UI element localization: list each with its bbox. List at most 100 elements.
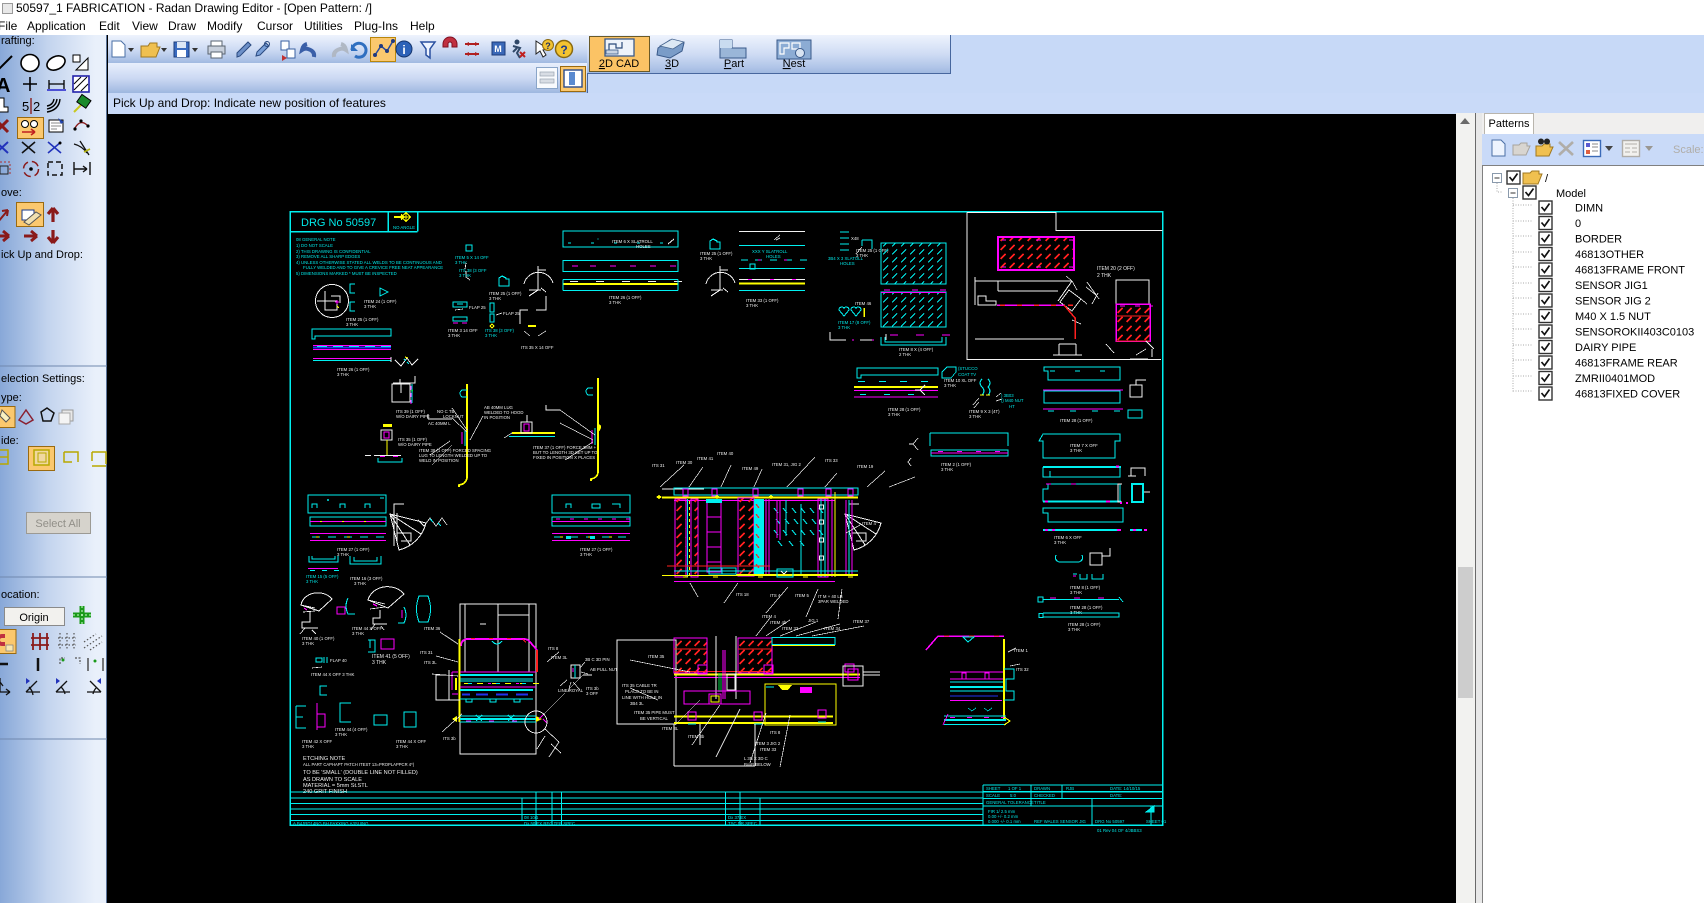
svg-text:LOCKNUT: LOCKNUT bbox=[443, 414, 464, 419]
svg-text:ide:: ide: bbox=[1, 435, 19, 447]
svg-text:ITS 33: ITS 33 bbox=[825, 458, 838, 463]
svg-text:3 THK: 3 THK bbox=[364, 304, 376, 309]
svg-text:FLAP 40: FLAP 40 bbox=[330, 658, 347, 663]
svg-text:46813FRAME REAR: 46813FRAME REAR bbox=[1575, 358, 1678, 370]
svg-text:5:0: 5:0 bbox=[1010, 793, 1017, 798]
svg-text:ITEM 49: ITEM 49 bbox=[742, 466, 759, 471]
svg-text:3 THK: 3 THK bbox=[459, 273, 471, 278]
svg-text:/: / bbox=[1545, 173, 1549, 185]
svg-text:Part: Part bbox=[724, 58, 744, 70]
svg-text:?: ? bbox=[560, 43, 567, 57]
svg-text:3B4 3L: 3B4 3L bbox=[630, 701, 644, 706]
svg-text:W/O DAIRY PIPE: W/O DAIRY PIPE bbox=[396, 414, 430, 419]
svg-text:3 THK: 3 THK bbox=[1054, 540, 1066, 545]
svg-text:COAT TV: COAT TV bbox=[958, 372, 976, 377]
svg-text:ITEM 19: ITEM 19 bbox=[857, 464, 874, 469]
svg-text:ITEM 44 X OFF 3 THK: ITEM 44 X OFF 3 THK bbox=[311, 672, 355, 677]
svg-text:08 GENERAL NOTE: 08 GENERAL NOTE bbox=[296, 237, 336, 242]
svg-text:(STUCCO: (STUCCO bbox=[958, 366, 978, 371]
svg-text:ITEM 1: ITEM 1 bbox=[1014, 648, 1028, 653]
svg-text:ITS 8: ITS 8 bbox=[548, 646, 559, 651]
svg-text:HOLES: HOLES bbox=[840, 261, 855, 266]
svg-text:01 Rev 04 OF 4/JBBS3: 01 Rev 04 OF 4/JBBS3 bbox=[1097, 828, 1142, 833]
svg-text:3 THK: 3 THK bbox=[856, 253, 868, 258]
svg-text:Nest: Nest bbox=[783, 58, 806, 70]
svg-text:ITS 31: ITS 31 bbox=[652, 463, 665, 468]
svg-text:3 THK: 3 THK bbox=[746, 303, 758, 308]
svg-text:SHEET: SHEET bbox=[986, 786, 1001, 791]
svg-text:0.000 +/- 0.1 mm: 0.000 +/- 0.1 mm bbox=[988, 819, 1021, 824]
svg-text:W/O DAIRY PIPE: W/O DAIRY PIPE bbox=[398, 442, 432, 447]
svg-text:3 THK: 3 THK bbox=[941, 467, 953, 472]
svg-text:HOLES: HOLES bbox=[766, 254, 781, 259]
svg-text:election Settings:: election Settings: bbox=[1, 373, 85, 385]
svg-text:ITEM 4b: ITEM 4b bbox=[770, 620, 787, 625]
svg-text:3 THK: 3 THK bbox=[1070, 590, 1082, 595]
svg-text:2 THK: 2 THK bbox=[899, 352, 911, 357]
svg-text:3 THK: 3 THK bbox=[302, 744, 314, 749]
svg-text:L 3B X 3D C: L 3B X 3D C bbox=[744, 756, 768, 761]
svg-text:ITEM 41: ITEM 41 bbox=[697, 456, 714, 461]
svg-text:HOLES: HOLES bbox=[636, 244, 651, 249]
svg-text:A: A bbox=[0, 75, 10, 97]
svg-text:ITEM 40: ITEM 40 bbox=[717, 451, 734, 456]
svg-text:3 THK: 3 THK bbox=[609, 300, 621, 305]
svg-text:3 THK: 3 THK bbox=[944, 383, 956, 388]
svg-text:3 THK: 3 THK bbox=[337, 372, 349, 377]
svg-text:ITS 35 X 14 OFF: ITS 35 X 14 OFF bbox=[521, 345, 554, 350]
svg-text:BORDER: BORDER bbox=[1575, 234, 1622, 246]
svg-text:TSC DR SPEC: TSC DR SPEC bbox=[728, 821, 757, 826]
svg-text:Model: Model bbox=[1556, 188, 1586, 200]
svg-text:FLAP 25: FLAP 25 bbox=[503, 311, 520, 316]
svg-text:ocation:: ocation: bbox=[1, 589, 40, 601]
svg-text:JIG 1: JIG 1 bbox=[808, 618, 819, 623]
svg-text:Origin: Origin bbox=[19, 612, 48, 624]
svg-text:M: M bbox=[494, 44, 502, 54]
svg-text:ITS 3L: ITS 3L bbox=[424, 660, 437, 665]
svg-text:ITS 32: ITS 32 bbox=[1016, 667, 1029, 672]
svg-text:ITEM 34: ITEM 34 bbox=[824, 626, 841, 631]
svg-text:46813FIXED COVER: 46813FIXED COVER bbox=[1575, 389, 1680, 401]
svg-text:ITEM 35 PIPE MUST: ITEM 35 PIPE MUST bbox=[634, 710, 675, 715]
svg-text:ITEM 3L: ITEM 3L bbox=[551, 655, 568, 660]
svg-text:ITEM 4: ITEM 4 bbox=[762, 614, 776, 619]
svg-text:DRAWN: DRAWN bbox=[1034, 786, 1050, 791]
svg-text:SENSOROKII403C0103: SENSOROKII403C0103 bbox=[1575, 327, 1694, 339]
svg-text:Scale:: Scale: bbox=[1673, 144, 1704, 156]
svg-text:Select All: Select All bbox=[35, 518, 80, 530]
svg-text:ITS 18: ITS 18 bbox=[736, 592, 749, 597]
svg-text:AB PULL NUT: AB PULL NUT bbox=[590, 667, 618, 672]
svg-text:ITEM 28 (1 OFF): ITEM 28 (1 OFF) bbox=[1060, 418, 1093, 423]
svg-text:3 THK: 3 THK bbox=[354, 581, 366, 586]
svg-text:2: 2 bbox=[33, 99, 40, 114]
svg-text:ITEM 3b: ITEM 3b bbox=[688, 734, 705, 739]
svg-text:3 THK: 3 THK bbox=[969, 414, 981, 419]
svg-text:TITLE: TITLE bbox=[1034, 800, 1046, 805]
svg-text:ITEM 4: ITEM 4 bbox=[862, 521, 876, 526]
svg-text:2 THK: 2 THK bbox=[1097, 273, 1112, 279]
svg-text:3 THK: 3 THK bbox=[337, 552, 349, 557]
svg-text:REF WALES SENSOR JIG: REF WALES SENSOR JIG bbox=[1034, 819, 1087, 824]
svg-text:3 THK: 3 THK bbox=[346, 322, 358, 327]
svg-text:ITEM 36: ITEM 36 bbox=[424, 626, 441, 631]
svg-text:SENSOR JIG 2: SENSOR JIG 2 bbox=[1575, 296, 1651, 308]
svg-text:A B4JRD14NG BH FAXXING A3SUI: A B4JRD14NG BH FAXXING A3SUING bbox=[293, 821, 369, 826]
svg-text:DIMN: DIMN bbox=[1575, 203, 1603, 215]
svg-text:ITS 31: ITS 31 bbox=[420, 650, 433, 655]
svg-text:i: i bbox=[402, 43, 405, 57]
svg-text:X48: X48 bbox=[851, 236, 859, 241]
svg-text:ITEM 33: ITEM 33 bbox=[760, 747, 777, 752]
svg-text:08 10/1: 08 10/1 bbox=[524, 815, 539, 820]
svg-text:AC 40MM L: AC 40MM L bbox=[428, 421, 451, 426]
svg-text:1 OF 1: 1 OF 1 bbox=[1008, 786, 1022, 791]
svg-text:0: 0 bbox=[1575, 218, 1581, 230]
svg-text:46813FRAME FRONT: 46813FRAME FRONT bbox=[1575, 265, 1685, 277]
svg-text:5: 5 bbox=[22, 99, 29, 114]
svg-text:5) DIMENSIONS MARKED * MUS: 5) DIMENSIONS MARKED * MUST BE INSPECTED bbox=[296, 271, 397, 276]
svg-text:HT: HT bbox=[1009, 404, 1015, 409]
svg-text:46813OTHER: 46813OTHER bbox=[1575, 249, 1644, 261]
svg-text:3 THK: 3 THK bbox=[396, 744, 408, 749]
svg-text:IN POSITION: IN POSITION bbox=[484, 415, 510, 420]
svg-text:3PAR WELDED: 3PAR WELDED bbox=[818, 599, 848, 604]
svg-text:NO ANGLE: NO ANGLE bbox=[393, 225, 415, 230]
